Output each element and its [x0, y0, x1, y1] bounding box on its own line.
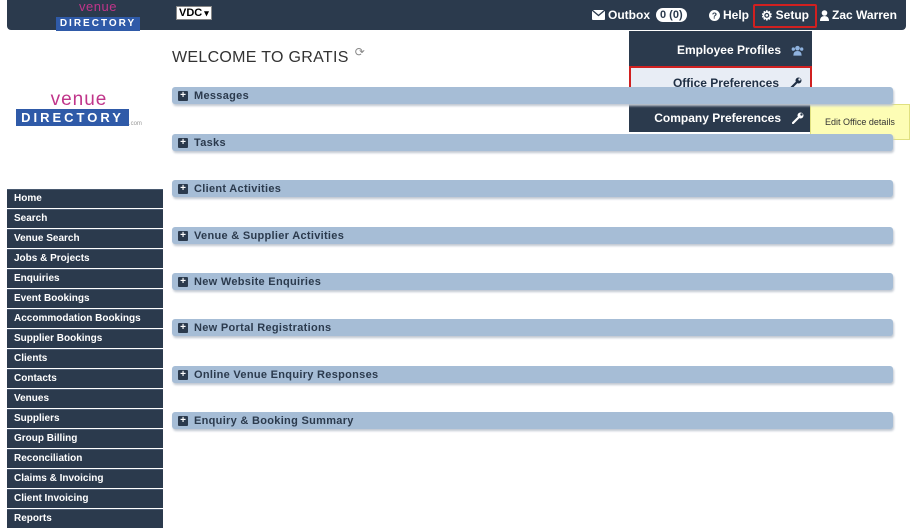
- sidebar-item-supplier-bookings[interactable]: Supplier Bookings: [7, 329, 163, 349]
- sidebar-item-accommodation-bookings[interactable]: Accommodation Bookings: [7, 309, 163, 329]
- panel-tasks[interactable]: + Tasks: [172, 134, 893, 151]
- expand-plus-icon[interactable]: +: [178, 369, 188, 380]
- sidebar-item-contacts[interactable]: Contacts: [7, 369, 163, 389]
- sidebar-item-reports[interactable]: Reports: [7, 509, 163, 529]
- panel-venue-supplier-activities[interactable]: + Venue & Supplier Activities: [172, 227, 893, 244]
- setup-dropdown-menu: Employee Profiles Office Preferences Com…: [629, 31, 812, 132]
- user-icon: [820, 9, 829, 21]
- setup-label: Setup: [775, 8, 809, 22]
- panel-title: Messages: [194, 89, 249, 102]
- panel-title: Client Activities: [194, 182, 282, 195]
- chevron-down-icon: ▾: [204, 8, 209, 18]
- expand-plus-icon[interactable]: +: [178, 230, 188, 241]
- logo-line2: DIRECTORY: [55, 17, 141, 31]
- user-link[interactable]: Zac Warren: [820, 0, 897, 30]
- sidebar-item-client-invoicing[interactable]: Client Invoicing: [7, 489, 163, 509]
- panel-client-activities[interactable]: + Client Activities: [172, 180, 893, 197]
- panel-title: Online Venue Enquiry Responses: [194, 368, 379, 381]
- gear-icon: ⚙: [761, 7, 773, 23]
- sidebar-item-venue-search[interactable]: Venue Search: [7, 229, 163, 249]
- question-circle-icon: ?: [709, 9, 720, 21]
- logo-small[interactable]: venue DIRECTORY: [51, 0, 145, 31]
- user-label: Zac Warren: [832, 8, 897, 22]
- panel-title: Tasks: [194, 136, 226, 149]
- panel-new-website-enquiries[interactable]: + New Website Enquiries: [172, 273, 893, 290]
- svg-text:?: ?: [712, 10, 717, 20]
- sidebar-item-home[interactable]: Home: [7, 189, 163, 209]
- sidebar-item-search[interactable]: Search: [7, 209, 163, 229]
- panel-enquiry-booking-summary[interactable]: + Enquiry & Booking Summary: [172, 412, 893, 429]
- sidebar-menu: Home Search Venue Search Jobs & Projects…: [7, 189, 163, 529]
- logo-large: venue DIRECTORY .com: [14, 90, 144, 140]
- menu-item-label: Employee Profiles: [676, 43, 781, 57]
- panel-online-venue-enquiry-responses[interactable]: + Online Venue Enquiry Responses: [172, 366, 893, 383]
- outbox-link[interactable]: Outbox 0 (0): [592, 0, 687, 30]
- outbox-count-badge: 0 (0): [656, 8, 687, 22]
- office-select[interactable]: VDC ▾: [176, 6, 212, 20]
- expand-plus-icon[interactable]: +: [178, 90, 188, 101]
- sidebar-item-jobs-projects[interactable]: Jobs & Projects: [7, 249, 163, 269]
- panel-new-portal-registrations[interactable]: + New Portal Registrations: [172, 319, 893, 336]
- menu-item-employee-profiles[interactable]: Employee Profiles: [629, 33, 812, 67]
- expand-plus-icon[interactable]: +: [178, 415, 188, 426]
- sidebar-item-claims-invoicing[interactable]: Claims & Invoicing: [7, 469, 163, 489]
- panel-title: Enquiry & Booking Summary: [194, 414, 354, 427]
- logo-line1: venue: [79, 0, 117, 14]
- panel-messages[interactable]: + Messages: [172, 87, 893, 104]
- expand-plus-icon[interactable]: +: [178, 137, 188, 148]
- panel-title: New Portal Registrations: [194, 321, 332, 334]
- panel-title: New Website Enquiries: [194, 275, 322, 288]
- help-link[interactable]: ? Help: [709, 0, 749, 30]
- sidebar-item-venues[interactable]: Venues: [7, 389, 163, 409]
- envelope-icon: [592, 10, 605, 20]
- expand-plus-icon[interactable]: +: [178, 322, 188, 333]
- panel-title: Venue & Supplier Activities: [194, 229, 345, 242]
- sidebar-item-reconciliation[interactable]: Reconciliation: [7, 449, 163, 469]
- sidebar-item-event-bookings[interactable]: Event Bookings: [7, 289, 163, 309]
- menu-item-label: Company Preferences: [654, 111, 781, 125]
- sidebar-item-group-billing[interactable]: Group Billing: [7, 429, 163, 449]
- page-title: WELCOME TO GRATIS ⟳: [172, 45, 365, 67]
- expand-plus-icon[interactable]: +: [178, 276, 188, 287]
- help-label: Help: [723, 8, 750, 22]
- logo-line1: venue: [50, 89, 108, 110]
- sidebar-item-clients[interactable]: Clients: [7, 349, 163, 369]
- sidebar-item-suppliers[interactable]: Suppliers: [7, 409, 163, 429]
- outbox-label: Outbox: [608, 8, 650, 22]
- logo-suffix: .com: [128, 121, 142, 127]
- logo-line2: DIRECTORY: [16, 109, 129, 126]
- setup-link[interactable]: ⚙ Setup: [761, 0, 809, 30]
- expand-plus-icon[interactable]: +: [178, 183, 188, 194]
- menu-item-company-preferences[interactable]: Company Preferences: [629, 101, 812, 135]
- sidebar-item-enquiries[interactable]: Enquiries: [7, 269, 163, 289]
- page-title-text: WELCOME TO GRATIS: [172, 49, 349, 66]
- users-icon: [791, 45, 804, 56]
- wrench-icon: [791, 112, 804, 124]
- refresh-icon[interactable]: ⟳: [355, 45, 365, 59]
- office-select-value: VDC: [179, 7, 203, 19]
